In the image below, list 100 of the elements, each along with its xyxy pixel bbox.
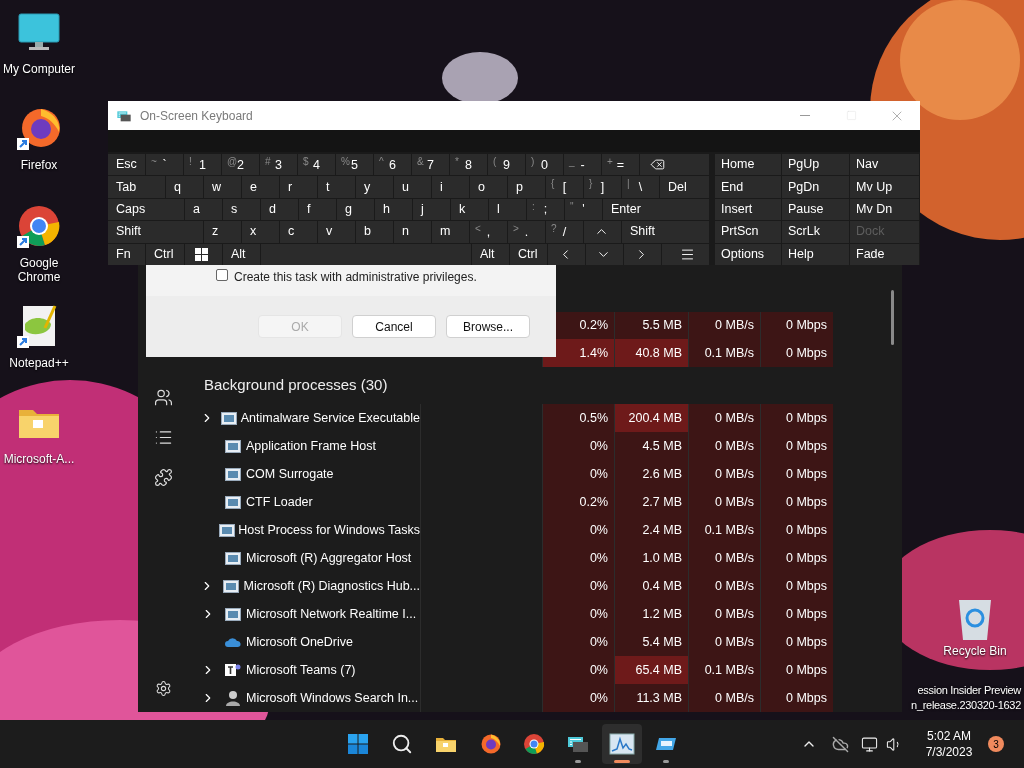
keyboard-key[interactable]: n xyxy=(394,221,431,243)
keyboard-key[interactable] xyxy=(185,243,222,265)
list-icon[interactable] xyxy=(153,428,173,447)
process-row[interactable]: CTF Loader 0.2% 2.7 MB 0 MB/s 0 Mbps xyxy=(188,488,902,516)
keyboard-key[interactable]: q xyxy=(166,176,203,198)
keyboard-key[interactable]: Options xyxy=(715,243,781,265)
keyboard-key[interactable]: f xyxy=(299,198,336,221)
keyboard-key[interactable]: r xyxy=(280,176,317,198)
scrollbar-thumb[interactable] xyxy=(891,290,894,345)
keyboard-key[interactable] xyxy=(640,154,709,176)
keyboard-key[interactable]: Mv Dn xyxy=(850,198,919,221)
keyboard-key[interactable]: a xyxy=(185,198,222,221)
keyboard-key[interactable]: * 8 xyxy=(450,154,487,176)
keyboard-key[interactable]: s xyxy=(223,198,260,221)
keyboard-key[interactable]: z xyxy=(204,221,241,243)
keyboard-key[interactable]: Fade xyxy=(850,243,919,265)
keyboard-key[interactable]: k xyxy=(451,198,488,221)
keyboard-key[interactable] xyxy=(662,243,709,265)
keyboard-key[interactable]: } ] xyxy=(584,176,621,198)
keyboard-key[interactable]: | \ xyxy=(622,176,659,198)
process-row[interactable]: Microsoft Windows Search In... 0% 11.3 MB 0 MB/s 0 Mbps xyxy=(188,684,902,712)
keyboard-key[interactable]: : ; xyxy=(527,198,564,221)
keyboard-key[interactable]: x xyxy=(242,221,279,243)
keyboard-key[interactable]: j xyxy=(413,198,450,221)
keyboard-key[interactable]: h xyxy=(375,198,412,221)
keyboard-key[interactable]: m xyxy=(432,221,469,243)
keyboard-key[interactable]: Ctrl xyxy=(510,243,547,265)
desktop-shortcut[interactable]: Google Chrome xyxy=(0,202,78,284)
keyboard-key[interactable]: ) 0 xyxy=(526,154,563,176)
keyboard-key[interactable]: w xyxy=(204,176,241,198)
keyboard-key[interactable]: & 7 xyxy=(412,154,449,176)
keyboard-key[interactable]: Pause xyxy=(782,198,849,221)
keyboard-key[interactable]: ~ ` xyxy=(146,154,183,176)
keyboard-key[interactable]: Home xyxy=(715,154,781,176)
keyboard-key[interactable]: e xyxy=(242,176,279,198)
keyboard-key[interactable]: < , xyxy=(470,221,507,243)
keyboard-key[interactable]: ( 9 xyxy=(488,154,525,176)
keyboard-key[interactable]: d xyxy=(261,198,298,221)
desktop-shortcut[interactable]: Firefox xyxy=(0,104,78,172)
keyboard-key[interactable]: " ' xyxy=(565,198,602,221)
dialog-button[interactable]: Browse... xyxy=(446,315,530,338)
keyboard-key[interactable]: _ - xyxy=(564,154,601,176)
keyboard-key[interactable]: Nav xyxy=(850,154,919,176)
keyboard-key[interactable]: { [ xyxy=(546,176,583,198)
dialog-button[interactable]: Cancel xyxy=(352,315,436,338)
keyboard-key[interactable]: p xyxy=(508,176,545,198)
keyboard-key[interactable]: Fn xyxy=(108,243,145,265)
keyboard-key[interactable]: g xyxy=(337,198,374,221)
process-row[interactable]: Host Process for Windows Tasks 0% 2.4 MB 0.1 MB/s 0 Mbps xyxy=(188,516,902,544)
keyboard-key[interactable]: @2 xyxy=(222,154,259,176)
process-row[interactable]: Antimalware Service Executable 0.5% 200.4 MB 0 MB/s 0 Mbps xyxy=(188,404,902,432)
keyboard-key[interactable]: $ 4 xyxy=(298,154,335,176)
keyboard-key[interactable]: ScrLk xyxy=(782,221,849,243)
settings-icon[interactable] xyxy=(154,680,172,697)
keyboard-key[interactable]: l xyxy=(489,198,526,221)
keyboard-key[interactable]: + = xyxy=(602,154,639,176)
keyboard-key[interactable]: %5 xyxy=(336,154,373,176)
process-row[interactable]: Application Frame Host 0% 4.5 MB 0 MB/s 0 Mbps xyxy=(188,432,902,460)
desktop-shortcut[interactable]: Microsoft-A... xyxy=(0,398,78,466)
puzzle-icon[interactable] xyxy=(153,468,173,487)
keyboard-key[interactable]: Alt xyxy=(472,243,509,265)
keyboard-key[interactable]: u xyxy=(394,176,431,198)
keyboard-key[interactable]: i xyxy=(432,176,469,198)
keyboard-key[interactable]: Insert xyxy=(715,198,781,221)
keyboard-key[interactable]: PrtScn xyxy=(715,221,781,243)
process-row[interactable]: Microsoft (R) Diagnostics Hub... 0% 0.4 MB 0 MB/s 0 Mbps xyxy=(188,572,902,600)
keyboard-key[interactable]: c xyxy=(280,221,317,243)
keyboard-key[interactable]: Mv Up xyxy=(850,176,919,198)
keyboard-key[interactable]: Help xyxy=(782,243,849,265)
keyboard-key[interactable]: Ctrl xyxy=(146,243,184,265)
keyboard-key[interactable]: Caps xyxy=(108,198,184,221)
keyboard-key[interactable]: ^ 6 xyxy=(374,154,411,176)
process-row[interactable]: Microsoft Teams (7) 0% 65.4 MB 0.1 MB/s 0 Mbps xyxy=(188,656,902,684)
process-row[interactable]: COM Surrogate 0% 2.6 MB 0 MB/s 0 Mbps xyxy=(188,460,902,488)
keyboard-key[interactable]: Alt xyxy=(223,243,260,265)
keyboard-key[interactable]: Enter xyxy=(603,198,709,221)
keyboard-key[interactable]: y xyxy=(356,176,393,198)
keyboard-key[interactable]: Esc xyxy=(108,154,145,176)
checkbox[interactable] xyxy=(216,269,228,281)
keyboard-key[interactable]: Shift xyxy=(622,221,709,243)
keyboard-key[interactable]: ? / xyxy=(546,221,583,243)
keyboard-key[interactable]: Tab xyxy=(108,176,165,198)
keyboard-key[interactable]: # 3 xyxy=(260,154,297,176)
keyboard-key[interactable]: > . xyxy=(508,221,545,243)
users-icon[interactable] xyxy=(153,388,173,407)
keyboard-key[interactable]: PgDn xyxy=(782,176,849,198)
taskbar-app[interactable] xyxy=(602,724,642,764)
keyboard-key[interactable]: o xyxy=(470,176,507,198)
clock[interactable]: 5:02 AM 7/3/2023 xyxy=(916,728,982,760)
keyboard-key[interactable]: ! 1 xyxy=(184,154,221,176)
keyboard-key[interactable]: PgUp xyxy=(782,154,849,176)
keyboard-key[interactable]: End xyxy=(715,176,781,198)
notification-badge[interactable]: 3 xyxy=(988,736,1004,752)
desktop-shortcut[interactable]: My Computer xyxy=(0,8,78,76)
keyboard-key[interactable]: Del xyxy=(660,176,709,198)
keyboard-key[interactable]: v xyxy=(318,221,355,243)
keyboard-key[interactable]: Shift xyxy=(108,221,203,243)
desktop-shortcut[interactable]: Notepad++ xyxy=(0,302,78,370)
process-row[interactable]: Microsoft Network Realtime I... 0% 1.2 MB 0 MB/s 0 Mbps xyxy=(188,600,902,628)
keyboard-key[interactable]: b xyxy=(356,221,393,243)
